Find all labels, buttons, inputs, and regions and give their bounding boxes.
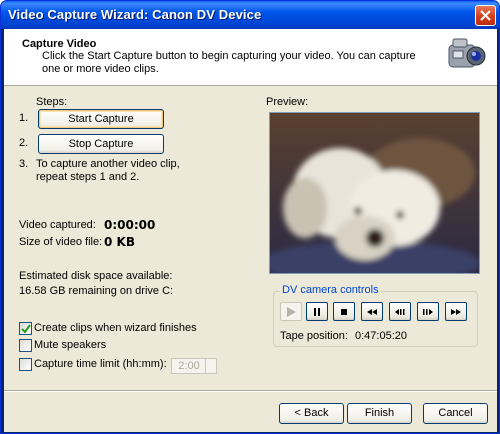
dv-step-forward-button[interactable] [417,302,439,321]
pause-icon [314,308,320,316]
tape-position-value: 0:47:05:20 [355,330,407,342]
wizard-body: Capture Video Click the Start Capture bu… [4,29,497,432]
spin-up-icon [205,359,216,366]
dv-controls-title: DV camera controls [280,284,381,296]
time-limit-checkbox[interactable] [19,358,32,371]
rewind-icon [367,309,377,315]
checkmark-icon [21,324,31,334]
create-clips-label[interactable]: Create clips when wizard finishes [34,322,197,334]
window-title: Video Capture Wizard: Canon DV Device [8,7,262,22]
stop-capture-label: Stop Capture [68,138,134,150]
finish-label: Finish [364,407,395,419]
dv-pause-button[interactable] [306,302,328,321]
file-size-value: 0 KB [104,235,135,249]
video-preview [269,112,480,274]
create-clips-checkbox[interactable] [19,322,32,335]
step-back-icon [395,309,405,315]
tape-position-label: Tape position: [280,330,348,342]
camcorder-icon [448,38,486,68]
cancel-label: Cancel [438,407,473,419]
video-captured-value: 0:00:00 [104,218,156,232]
stop-capture-button[interactable]: Stop Capture [38,134,164,154]
step-number-3: 3. [19,158,29,170]
step-number-1: 1. [19,112,29,124]
close-icon [480,10,491,21]
step3-text-line1: To capture another video clip, [36,158,180,170]
page-description: Click the Start Capture button to begin … [42,50,416,75]
disk-space-value: 16.58 GB remaining on drive C: [19,285,174,297]
wizard-window: Video Capture Wizard: Canon DV Device Ca… [0,0,500,434]
time-limit-value: 2:00 [178,360,200,372]
disk-space-label: Estimated disk space available: [19,270,173,282]
dv-play-button[interactable] [280,302,302,321]
time-limit-spinner: 2:00 [171,358,217,374]
back-button[interactable]: < Back [279,403,344,424]
stop-icon [341,309,347,315]
steps-label: Steps: [36,96,68,108]
finish-button[interactable]: Finish [347,403,412,424]
dv-fast-forward-button[interactable] [445,302,467,321]
title-bar[interactable]: Video Capture Wizard: Canon DV Device [1,1,499,29]
cancel-button[interactable]: Cancel [423,403,488,424]
mute-speakers-label[interactable]: Mute speakers [34,339,106,351]
dv-stop-button[interactable] [333,302,355,321]
file-size-label: Size of video file: [19,236,103,248]
play-icon [287,307,296,317]
step-forward-icon [423,309,433,315]
dv-step-back-button[interactable] [389,302,411,321]
back-label: Back [304,407,329,419]
wizard-header: Capture Video Click the Start Capture bu… [4,29,497,86]
preview-image [270,113,479,273]
close-button[interactable] [475,5,496,26]
preview-label: Preview: [266,96,309,108]
start-capture-label: Start Capture [68,113,134,125]
footer-divider [4,390,497,392]
spin-down-icon [205,366,216,373]
start-capture-button[interactable]: Start Capture [38,109,164,129]
mute-speakers-checkbox[interactable] [19,339,32,352]
step-number-2: 2. [19,137,29,149]
page-title: Capture Video [22,38,97,50]
step3-text-line2: repeat steps 1 and 2. [36,171,140,183]
dv-rewind-button[interactable] [361,302,383,321]
video-captured-label: Video captured: [19,219,96,231]
time-limit-label[interactable]: Capture time limit (hh:mm): [34,358,167,370]
fast-forward-icon [451,309,461,315]
